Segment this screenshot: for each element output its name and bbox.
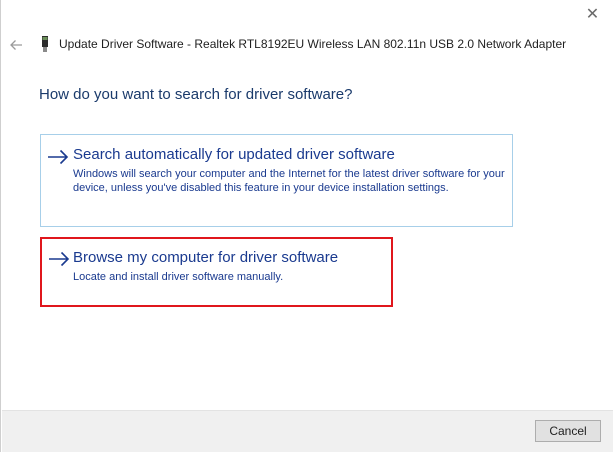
option-description: Windows will search your computer and th… <box>73 168 505 194</box>
dialog-footer: Cancel <box>2 410 613 452</box>
cancel-button[interactable]: Cancel <box>535 420 601 442</box>
update-driver-dialog: ✕ Update Driver Software - Realtek RTL81… <box>0 0 613 452</box>
close-button[interactable]: ✕ <box>571 0 613 28</box>
back-arrow-icon <box>10 40 22 50</box>
back-button[interactable] <box>7 36 25 54</box>
page-heading: How do you want to search for driver sof… <box>39 86 353 103</box>
close-icon: ✕ <box>585 6 600 23</box>
usb-device-icon <box>42 36 48 52</box>
option-title: Search automatically for updated driver … <box>73 146 395 163</box>
search-automatically-option[interactable]: Search automatically for updated driver … <box>40 134 513 227</box>
option-description: Locate and install driver software manua… <box>73 271 284 283</box>
browse-computer-option[interactable]: Browse my computer for driver software L… <box>40 237 393 307</box>
option-title: Browse my computer for driver software <box>73 249 339 266</box>
arrow-right-icon <box>48 149 69 165</box>
window-title: Update Driver Software - Realtek RTL8192… <box>59 37 567 51</box>
arrow-right-icon <box>49 251 70 267</box>
